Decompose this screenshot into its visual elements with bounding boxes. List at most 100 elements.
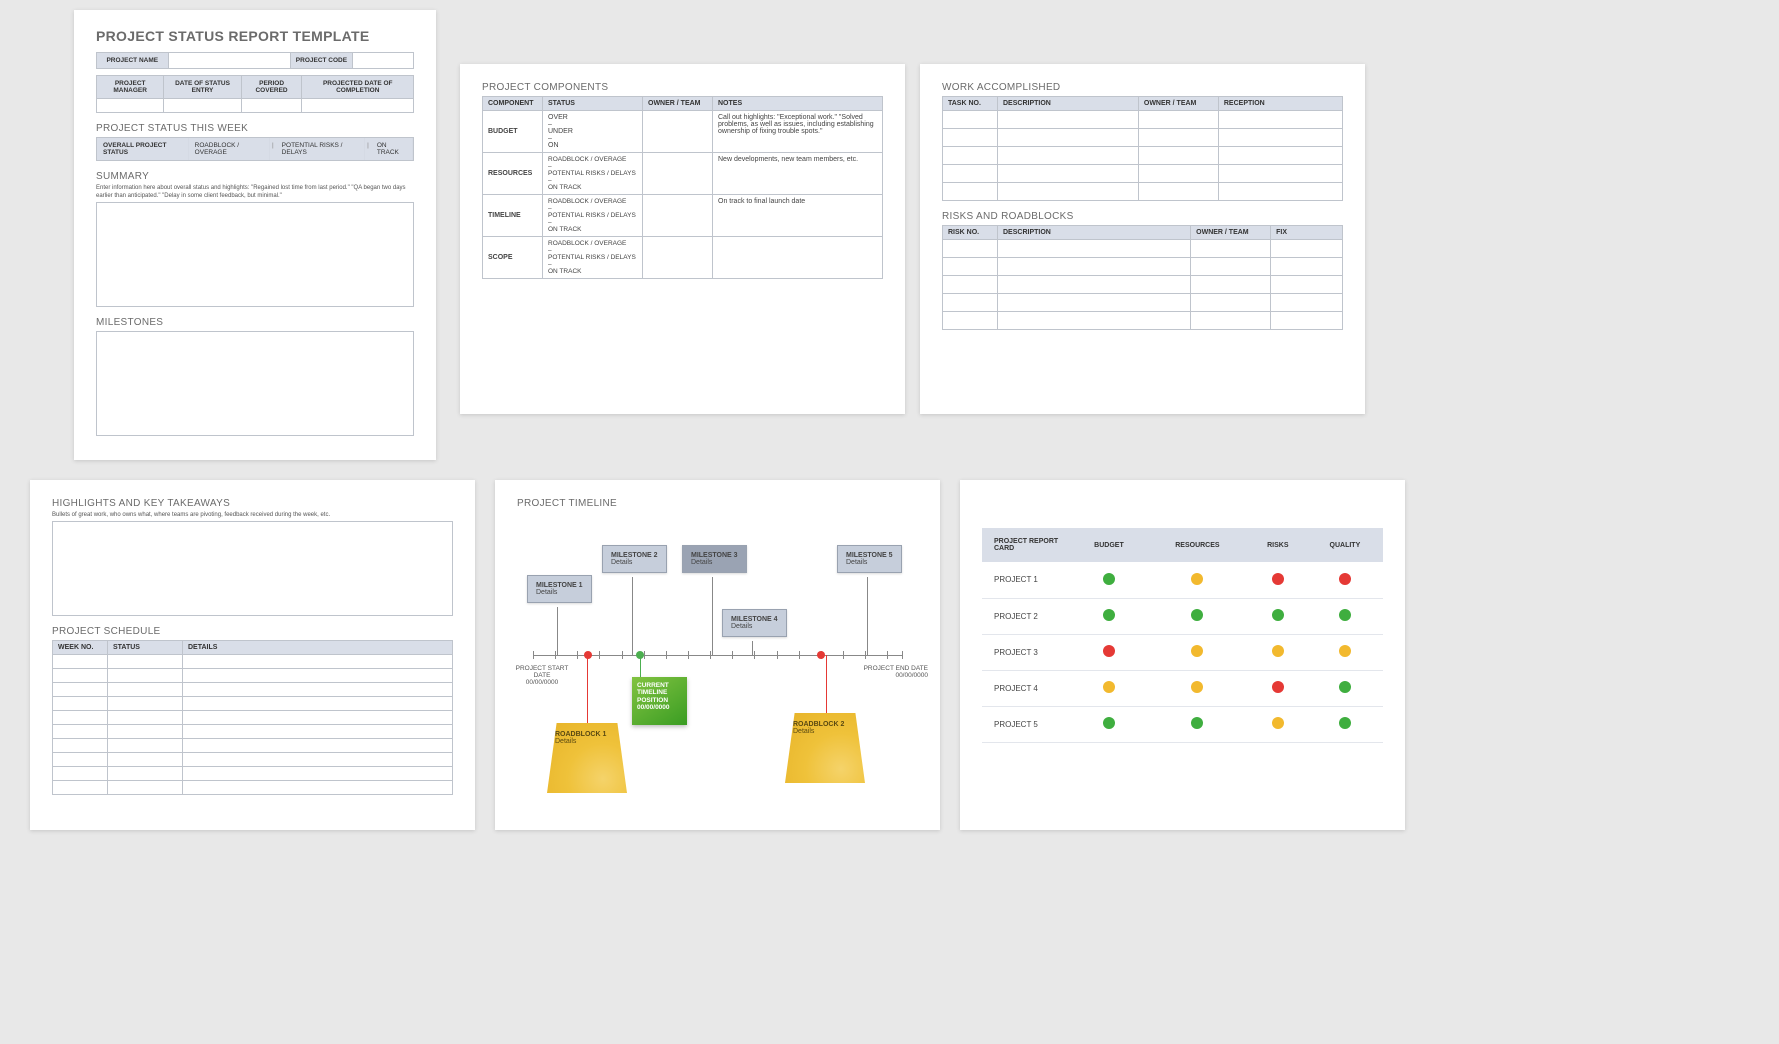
label-project-name: PROJECT NAME: [97, 53, 169, 69]
status-opt-ontrack[interactable]: ON TRACK: [371, 138, 413, 160]
col-completion: PROJECTED DATE OF COMPLETION: [302, 76, 414, 99]
col-desc: DESCRIPTION: [998, 226, 1191, 240]
project-meta-cols: PROJECT MANAGER DATE OF STATUS ENTRY PER…: [96, 75, 414, 113]
table-row[interactable]: [943, 147, 1343, 165]
status-dot: [1146, 598, 1249, 634]
components-header: PROJECT COMPONENTS: [482, 82, 883, 93]
table-row[interactable]: [53, 683, 453, 697]
table-row[interactable]: [943, 240, 1343, 258]
table-row[interactable]: [943, 258, 1343, 276]
highlights-input[interactable]: [52, 521, 453, 616]
col-riskno: RISK NO.: [943, 226, 998, 240]
table-row[interactable]: [53, 711, 453, 725]
table-row: PROJECT 2: [982, 598, 1383, 634]
project-name: PROJECT 1: [982, 562, 1072, 598]
col-taskno: TASK NO.: [943, 97, 998, 111]
status-opt-risks[interactable]: POTENTIAL RISKS / DELAYS: [276, 138, 365, 160]
page-title: PROJECT STATUS REPORT TEMPLATE: [96, 28, 414, 44]
project-meta-top: PROJECT NAME PROJECT CODE: [96, 52, 414, 69]
status-dot: [1146, 634, 1249, 670]
table-row[interactable]: [943, 111, 1343, 129]
col-risks: RISKS: [1249, 528, 1307, 562]
col-quality: QUALITY: [1307, 528, 1383, 562]
table-row[interactable]: [53, 725, 453, 739]
col-resources: RESOURCES: [1146, 528, 1249, 562]
summary-hint: Enter information here about overall sta…: [96, 185, 414, 200]
page-work-risks: WORK ACCOMPLISHED TASK NO. DESCRIPTION O…: [920, 64, 1365, 414]
input-project-code[interactable]: [352, 53, 413, 69]
status-dot: [1072, 670, 1146, 706]
table-row[interactable]: [53, 739, 453, 753]
table-row[interactable]: [943, 294, 1343, 312]
label-project-code: PROJECT CODE: [291, 53, 352, 69]
page-project-status-report: PROJECT STATUS REPORT TEMPLATE PROJECT N…: [74, 10, 436, 460]
input-manager[interactable]: [97, 99, 164, 113]
axis-start-label: PROJECT START DATE00/00/0000: [507, 665, 577, 686]
col-manager: PROJECT MANAGER: [97, 76, 164, 99]
timeline-header: PROJECT TIMELINE: [517, 498, 918, 509]
table-row[interactable]: [943, 312, 1343, 330]
milestones-header: MILESTONES: [96, 317, 414, 328]
table-row[interactable]: [53, 781, 453, 795]
col-desc: DESCRIPTION: [998, 97, 1139, 111]
roadblock-2: ROADBLOCK 2Details: [785, 713, 865, 783]
table-row: PROJECT 1: [982, 562, 1383, 598]
page-project-components: PROJECT COMPONENTS COMPONENT STATUS OWNE…: [460, 64, 905, 414]
status-dot: [1249, 670, 1307, 706]
col-status: STATUS: [108, 641, 183, 655]
table-row[interactable]: [53, 753, 453, 767]
risks-table: RISK NO. DESCRIPTION OWNER / TEAM FIX: [942, 225, 1343, 330]
project-name: PROJECT 2: [982, 598, 1072, 634]
col-status: STATUS: [543, 97, 643, 111]
status-dot: [1307, 562, 1383, 598]
table-row[interactable]: [53, 655, 453, 669]
work-header: WORK ACCOMPLISHED: [942, 82, 1343, 93]
report-card-title: PROJECT REPORT CARD: [982, 528, 1072, 562]
table-row[interactable]: [943, 183, 1343, 201]
row-resources: RESOURCES ROADBLOCK / OVERAGE – POTENTIA…: [483, 153, 883, 195]
status-dot: [1146, 706, 1249, 742]
schedule-header: PROJECT SCHEDULE: [52, 626, 453, 637]
col-budget: BUDGET: [1072, 528, 1146, 562]
table-row[interactable]: [943, 276, 1343, 294]
input-date-entry[interactable]: [164, 99, 241, 113]
table-row[interactable]: [53, 669, 453, 683]
table-row[interactable]: [53, 767, 453, 781]
project-name: PROJECT 3: [982, 634, 1072, 670]
col-weekno: WEEK NO.: [53, 641, 108, 655]
col-fix: FIX: [1271, 226, 1343, 240]
status-opt-roadblock[interactable]: ROADBLOCK / OVERAGE: [189, 138, 270, 160]
table-row[interactable]: [943, 129, 1343, 147]
col-reception: RECEPTION: [1218, 97, 1342, 111]
status-dot: [1072, 562, 1146, 598]
page-highlights-schedule: HIGHLIGHTS AND KEY TAKEAWAYS Bullets of …: [30, 480, 475, 830]
page-project-timeline: PROJECT TIMELINE MILESTONE 1 Details MIL…: [495, 480, 940, 830]
highlights-hint: Bullets of great work, who owns what, wh…: [52, 512, 453, 518]
timeline-axis: [533, 655, 902, 656]
milestones-input[interactable]: [96, 331, 414, 436]
status-week-header: PROJECT STATUS THIS WEEK: [96, 123, 414, 134]
status-bar: OVERALL PROJECT STATUS ROADBLOCK / OVERA…: [96, 137, 414, 161]
col-date-entry: DATE OF STATUS ENTRY: [164, 76, 241, 99]
summary-input[interactable]: [96, 202, 414, 307]
status-bar-label: OVERALL PROJECT STATUS: [97, 138, 189, 160]
project-name: PROJECT 4: [982, 670, 1072, 706]
table-row[interactable]: [53, 697, 453, 711]
input-completion[interactable]: [302, 99, 414, 113]
status-dot: [1072, 706, 1146, 742]
col-owner: OWNER / TEAM: [1138, 97, 1218, 111]
status-dot: [1249, 598, 1307, 634]
table-row: PROJECT 3: [982, 634, 1383, 670]
table-row[interactable]: [943, 165, 1343, 183]
schedule-table: WEEK NO. STATUS DETAILS: [52, 640, 453, 795]
input-project-name[interactable]: [168, 53, 291, 69]
col-owner: OWNER / TEAM: [643, 97, 713, 111]
input-period[interactable]: [241, 99, 302, 113]
page-report-card: PROJECT REPORT CARD BUDGET RESOURCES RIS…: [960, 480, 1405, 830]
status-dot: [1249, 562, 1307, 598]
row-scope: SCOPE ROADBLOCK / OVERAGE – POTENTIAL RI…: [483, 237, 883, 279]
status-dot: [1072, 598, 1146, 634]
milestone-3: MILESTONE 3 Details: [682, 545, 747, 573]
highlights-header: HIGHLIGHTS AND KEY TAKEAWAYS: [52, 498, 453, 509]
milestone-2: MILESTONE 2 Details: [602, 545, 667, 573]
